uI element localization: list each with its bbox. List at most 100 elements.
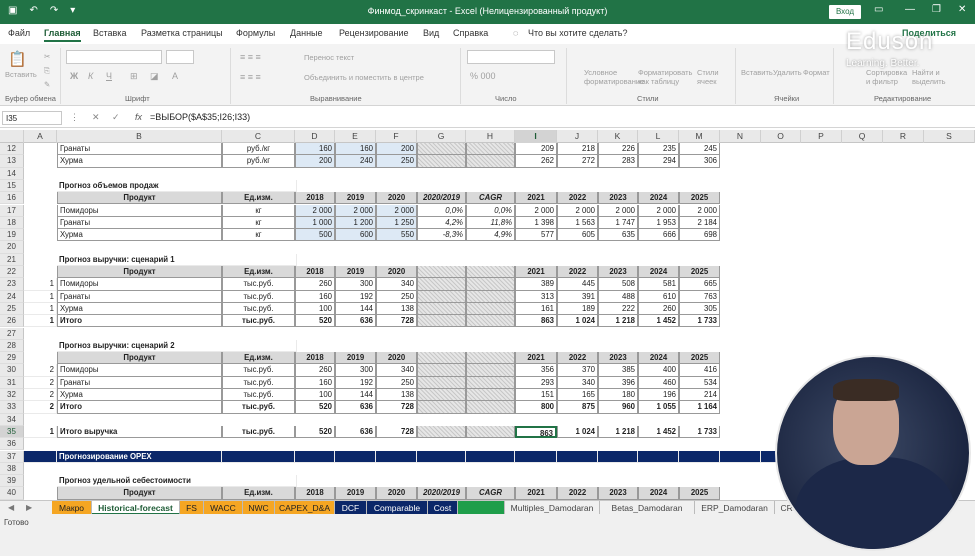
cell-h35[interactable]: [466, 425, 515, 439]
cell-e17[interactable]: 2 000: [335, 204, 376, 217]
cell-c18[interactable]: кг: [222, 216, 295, 230]
cell-c25[interactable]: тыс.руб.: [222, 302, 295, 316]
cell-j32[interactable]: 165: [557, 389, 598, 402]
cell-h40[interactable]: CAGR: [466, 487, 515, 500]
cell-c17[interactable]: кг: [222, 204, 295, 217]
cell-a32[interactable]: 2: [24, 389, 57, 402]
cell-k19[interactable]: 635: [598, 229, 638, 242]
close-icon[interactable]: ✕: [958, 4, 966, 15]
cell-b40[interactable]: Продукт: [57, 487, 222, 500]
cell-g37[interactable]: [417, 450, 466, 463]
cell-i19[interactable]: 577: [515, 229, 557, 242]
cell-j19[interactable]: 605: [557, 229, 598, 242]
cell-d29[interactable]: 2018: [295, 352, 335, 365]
cell-m13[interactable]: 306: [679, 155, 720, 168]
fill-color-icon[interactable]: ◪: [150, 71, 159, 82]
paste-button[interactable]: Вставить: [5, 70, 37, 79]
restore-icon[interactable]: ❐: [932, 4, 941, 15]
cell-m35[interactable]: 1 733: [679, 425, 720, 439]
cell-b39[interactable]: Прогноз удельной себестоимости: [57, 475, 297, 488]
find-select-button[interactable]: Найти и выделить: [912, 68, 956, 86]
cell-h29[interactable]: [466, 352, 515, 365]
cell-c33[interactable]: тыс.руб.: [222, 401, 295, 414]
cell-e33[interactable]: 636: [335, 401, 376, 414]
column-header-g[interactable]: G: [417, 130, 466, 143]
cell-l30[interactable]: 400: [638, 364, 679, 377]
row-header[interactable]: 25: [0, 302, 24, 316]
cell-c26[interactable]: тыс.руб.: [222, 315, 295, 328]
cell-f13[interactable]: 250: [376, 155, 417, 168]
cell-a26[interactable]: 1: [24, 315, 57, 328]
cell-g31[interactable]: [417, 376, 466, 389]
cell-d19[interactable]: 500: [295, 229, 335, 242]
cell-e31[interactable]: 192: [335, 376, 376, 389]
cell-b35[interactable]: Итого выручка: [57, 425, 222, 439]
row-header[interactable]: 15: [0, 179, 24, 193]
row-header[interactable]: 34: [0, 413, 24, 426]
cell-m19[interactable]: 698: [679, 229, 720, 242]
cell-k17[interactable]: 2 000: [598, 204, 638, 217]
cell-k31[interactable]: 396: [598, 376, 638, 389]
cell-i24[interactable]: 313: [515, 290, 557, 303]
login-button[interactable]: Вход: [829, 5, 861, 19]
cell-k18[interactable]: 1 747: [598, 216, 638, 230]
cell-l19[interactable]: 666: [638, 229, 679, 242]
cell-h13[interactable]: [466, 155, 515, 168]
cell-k24[interactable]: 488: [598, 290, 638, 303]
cell-m32[interactable]: 214: [679, 389, 720, 402]
tab-insert[interactable]: Вставка: [93, 28, 126, 38]
cell-c12[interactable]: руб./кг: [222, 143, 295, 156]
cell-m29[interactable]: 2025: [679, 352, 720, 365]
cell-k26[interactable]: 1 218: [598, 315, 638, 328]
select-all-corner[interactable]: [0, 130, 24, 143]
cell-j33[interactable]: 875: [557, 401, 598, 414]
cell-l40[interactable]: 2024: [638, 487, 679, 500]
cell-b13[interactable]: Хурма: [57, 155, 222, 168]
cell-l18[interactable]: 1 953: [638, 216, 679, 230]
cell-d32[interactable]: 100: [295, 389, 335, 402]
cell-i33[interactable]: 800: [515, 401, 557, 414]
column-header-m[interactable]: M: [679, 130, 720, 143]
cell-b12[interactable]: Гранаты: [57, 143, 222, 156]
cell-d16[interactable]: 2018: [295, 192, 335, 205]
format-cells-button[interactable]: Формат: [803, 68, 830, 77]
cell-f18[interactable]: 1 250: [376, 216, 417, 230]
cell-k13[interactable]: 283: [598, 155, 638, 168]
column-header-h[interactable]: H: [466, 130, 515, 143]
cell-j16[interactable]: 2022: [557, 192, 598, 205]
cell-d13[interactable]: 200: [295, 155, 335, 168]
cell-e32[interactable]: 144: [335, 389, 376, 402]
row-header[interactable]: 14: [0, 167, 24, 180]
cell-l13[interactable]: 294: [638, 155, 679, 168]
cell-e18[interactable]: 1 200: [335, 216, 376, 230]
cell-b18[interactable]: Гранаты: [57, 216, 222, 230]
cell-a30[interactable]: 2: [24, 364, 57, 377]
cell-l22[interactable]: 2024: [638, 266, 679, 279]
tab-formulas[interactable]: Формулы: [236, 28, 275, 38]
column-header-i[interactable]: I: [515, 130, 557, 143]
cell-c32[interactable]: тыс.руб.: [222, 389, 295, 402]
cell-d35[interactable]: 520: [295, 425, 335, 439]
cancel-icon[interactable]: ✕: [92, 112, 100, 123]
cell-h19[interactable]: 4,9%: [466, 229, 515, 242]
paste-icon[interactable]: 📋: [8, 50, 27, 68]
cell-i26[interactable]: 863: [515, 315, 557, 328]
cell-g33[interactable]: [417, 401, 466, 414]
cell-g12[interactable]: [417, 143, 466, 156]
cell-b31[interactable]: Гранаты: [57, 376, 222, 389]
cell-c19[interactable]: кг: [222, 229, 295, 242]
cell-m33[interactable]: 1 164: [679, 401, 720, 414]
cell-d12[interactable]: 160: [295, 143, 335, 156]
row-header[interactable]: 26: [0, 315, 24, 328]
font-size-select[interactable]: [166, 50, 194, 64]
row-header[interactable]: 21: [0, 253, 24, 266]
cell-d37[interactable]: [295, 450, 335, 463]
cell-m22[interactable]: 2025: [679, 266, 720, 279]
tab-review[interactable]: Рецензирование: [339, 28, 409, 38]
cell-f16[interactable]: 2020: [376, 192, 417, 205]
cell-l24[interactable]: 610: [638, 290, 679, 303]
cell-d26[interactable]: 520: [295, 315, 335, 328]
cell-k40[interactable]: 2023: [598, 487, 638, 500]
cell-j25[interactable]: 189: [557, 302, 598, 316]
cell-k12[interactable]: 226: [598, 143, 638, 156]
